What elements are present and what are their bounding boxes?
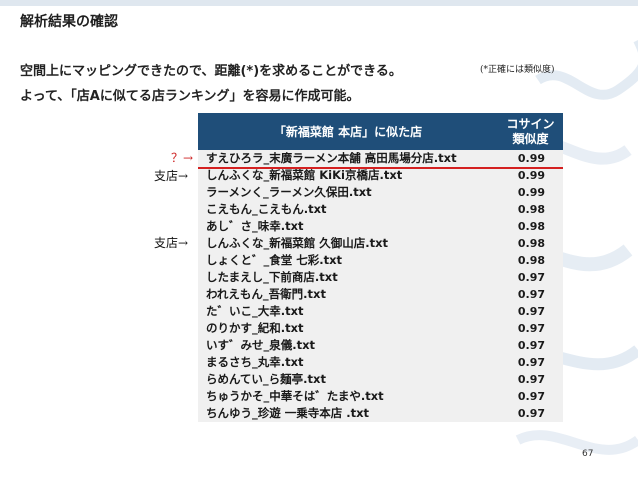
store-name: しんふくな_新福菜館 KiKi京橋店.txt bbox=[206, 168, 403, 182]
table-row: まるさち_丸幸.txt 0.97 bbox=[198, 354, 563, 371]
highlight-divider-line bbox=[198, 167, 563, 169]
table-header: 「新福菜館 本店」に似た店 コサイン 類似度 bbox=[198, 113, 563, 150]
table-row: いす゛みせ_泉儀.txt 0.97 bbox=[198, 337, 563, 354]
similarity-score: 0.98 bbox=[517, 220, 545, 233]
body-text-line-1: 空間上にマッピングできたので、距離(*)を求めることができる。 bbox=[20, 64, 402, 79]
table-row: われえもん_吾衛門.txt 0.97 bbox=[198, 286, 563, 303]
store-name: すえひろラ_末廣ラーメン本舗 高田馬場分店.txt bbox=[206, 151, 457, 165]
similarity-score: 0.97 bbox=[517, 373, 545, 386]
similarity-score: 0.97 bbox=[517, 390, 545, 403]
table-row: すえひろラ_末廣ラーメン本舗 高田馬場分店.txt 0.99 bbox=[198, 150, 563, 167]
table-row: た゛いこ_大幸.txt 0.97 bbox=[198, 303, 563, 320]
top-band bbox=[0, 0, 638, 6]
table-row: ちゅうかそ_中華そは゛たまや.txt 0.97 bbox=[198, 388, 563, 405]
store-name: ラーメンく_ラーメン久保田.txt bbox=[206, 185, 372, 199]
header-similarity-column: コサイン 類似度 bbox=[498, 113, 563, 150]
branch-marker-2: 支店→ bbox=[154, 236, 189, 250]
store-name: しょくと゛_食堂 七彩.txt bbox=[206, 253, 343, 267]
similarity-score: 0.98 bbox=[517, 254, 545, 267]
similarity-score: 0.97 bbox=[517, 271, 545, 284]
store-name: しんふくな_新福菜館 久御山店.txt bbox=[206, 236, 389, 250]
table-body: すえひろラ_末廣ラーメン本舗 高田馬場分店.txt 0.99 しんふくな_新福菜館… bbox=[198, 150, 563, 422]
store-name: のりかす_紀和.txt bbox=[206, 321, 304, 335]
store-name: らめんてい_ら麺亭.txt bbox=[206, 372, 326, 386]
store-name: われえもん_吾衛門.txt bbox=[206, 287, 326, 301]
table-row: こえもん_こえもん.txt 0.98 bbox=[198, 201, 563, 218]
similarity-score: 0.97 bbox=[517, 288, 545, 301]
header-similarity-line-1: コサイン bbox=[506, 116, 555, 131]
similarity-score: 0.98 bbox=[517, 203, 545, 216]
table-row: あし゛さ_味幸.txt 0.98 bbox=[198, 218, 563, 235]
similarity-score: 0.97 bbox=[517, 356, 545, 369]
similarity-score: 0.98 bbox=[517, 237, 545, 250]
similarity-score: 0.99 bbox=[517, 186, 545, 199]
store-name: したまえし_下前商店.txt bbox=[206, 270, 338, 284]
table-row: しんふくな_新福菜館 久御山店.txt 0.98 bbox=[198, 235, 563, 252]
similarity-score: 0.97 bbox=[517, 407, 545, 420]
similarity-score: 0.99 bbox=[517, 152, 545, 165]
table-row: しょくと゛_食堂 七彩.txt 0.98 bbox=[198, 252, 563, 269]
store-name: こえもん_こえもん.txt bbox=[206, 202, 327, 216]
table-row: しんふくな_新福菜館 KiKi京橋店.txt 0.99 bbox=[198, 167, 563, 184]
similarity-score: 0.99 bbox=[517, 169, 545, 182]
branch-marker-1: 支店→ bbox=[154, 169, 189, 183]
similarity-score: 0.97 bbox=[517, 305, 545, 318]
similarity-table: 「新福菜館 本店」に似た店 コサイン 類似度 すえひろラ_末廣ラーメン本舗 高田… bbox=[198, 113, 563, 422]
table-row: のりかす_紀和.txt 0.97 bbox=[198, 320, 563, 337]
similarity-score: 0.97 bbox=[517, 339, 545, 352]
store-name: ちゅうかそ_中華そは゛たまや.txt bbox=[206, 389, 384, 403]
table-row: したまえし_下前商店.txt 0.97 bbox=[198, 269, 563, 286]
store-name: ちんゆう_珍遊 一乗寺本店 .txt bbox=[206, 406, 370, 420]
page-number: 67 bbox=[582, 449, 594, 459]
store-name: いす゛みせ_泉儀.txt bbox=[206, 338, 316, 352]
store-name: まるさち_丸幸.txt bbox=[206, 355, 304, 369]
header-store-column: 「新福菜館 本店」に似た店 bbox=[273, 125, 423, 139]
question-marker: ？→ bbox=[171, 151, 194, 165]
header-similarity-line-2: 類似度 bbox=[512, 131, 549, 146]
store-name: あし゛さ_味幸.txt bbox=[206, 219, 304, 233]
table-row: ちんゆう_珍遊 一乗寺本店 .txt 0.97 bbox=[198, 405, 563, 422]
slide-title: 解析結果の確認 bbox=[20, 14, 118, 30]
footnote-text: (*正確には類似度) bbox=[480, 65, 555, 75]
similarity-score: 0.97 bbox=[517, 322, 545, 335]
store-name: た゛いこ_大幸.txt bbox=[206, 304, 304, 318]
body-text-line-2: よって、「店Aに似てる店ランキング」を容易に作成可能。 bbox=[20, 89, 360, 104]
table-row: らめんてい_ら麺亭.txt 0.97 bbox=[198, 371, 563, 388]
table-row: ラーメンく_ラーメン久保田.txt 0.99 bbox=[198, 184, 563, 201]
